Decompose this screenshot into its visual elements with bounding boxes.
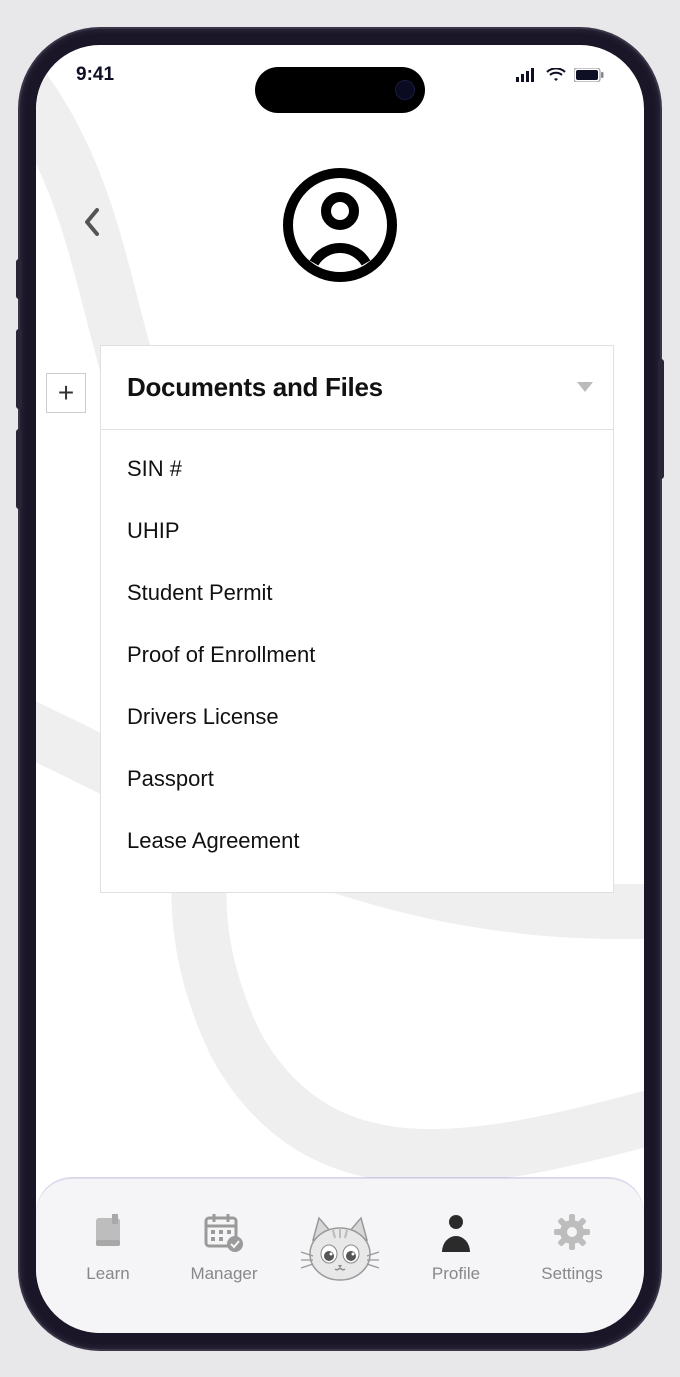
phone-side-button bbox=[16, 259, 22, 299]
dynamic-island bbox=[255, 67, 425, 113]
back-button[interactable] bbox=[74, 207, 110, 243]
plus-icon: + bbox=[58, 377, 74, 409]
documents-panel-title: Documents and Files bbox=[127, 372, 383, 403]
document-item[interactable]: Lease Agreement bbox=[101, 810, 613, 872]
battery-icon bbox=[574, 68, 604, 82]
calendar-icon bbox=[200, 1208, 248, 1256]
document-item[interactable]: Proof of Enrollment bbox=[101, 624, 613, 686]
profile-avatar-icon[interactable] bbox=[280, 165, 400, 285]
phone-screen: 9:41 bbox=[36, 45, 644, 1333]
add-document-button[interactable]: + bbox=[46, 373, 86, 413]
documents-panel-header[interactable]: Documents and Files bbox=[101, 346, 613, 430]
documents-list: SIN # UHIP Student Permit Proof of Enrol… bbox=[101, 430, 613, 892]
cat-mascot-icon bbox=[295, 1206, 385, 1286]
document-item[interactable]: Drivers License bbox=[101, 686, 613, 748]
nav-mascot[interactable] bbox=[282, 1206, 398, 1286]
gear-icon bbox=[548, 1208, 596, 1256]
status-right bbox=[516, 68, 604, 82]
nav-label: Profile bbox=[432, 1264, 480, 1284]
nav-label: Settings bbox=[541, 1264, 602, 1284]
page-header bbox=[36, 165, 644, 285]
nav-manager[interactable]: Manager bbox=[166, 1208, 282, 1284]
person-icon bbox=[432, 1208, 480, 1256]
document-item[interactable]: UHIP bbox=[101, 500, 613, 562]
nav-label: Manager bbox=[190, 1264, 257, 1284]
nav-learn[interactable]: Learn bbox=[50, 1208, 166, 1284]
phone-power-button bbox=[658, 359, 664, 479]
book-icon bbox=[84, 1208, 132, 1256]
phone-frame: 9:41 bbox=[20, 29, 660, 1349]
chevron-left-icon bbox=[83, 207, 101, 242]
documents-panel: Documents and Files SIN # UHIP Student P… bbox=[100, 345, 614, 893]
nav-settings[interactable]: Settings bbox=[514, 1208, 630, 1284]
bottom-navigation: Learn bbox=[36, 1178, 644, 1333]
nav-label: Learn bbox=[86, 1264, 129, 1284]
document-item[interactable]: Student Permit bbox=[101, 562, 613, 624]
cellular-icon bbox=[516, 68, 538, 82]
phone-volume-up bbox=[16, 329, 22, 409]
nav-profile[interactable]: Profile bbox=[398, 1208, 514, 1284]
chevron-down-icon bbox=[577, 382, 593, 392]
wifi-icon bbox=[546, 68, 566, 82]
status-time: 9:41 bbox=[76, 64, 114, 86]
document-item[interactable]: SIN # bbox=[101, 438, 613, 500]
document-item[interactable]: Passport bbox=[101, 748, 613, 810]
phone-volume-down bbox=[16, 429, 22, 509]
